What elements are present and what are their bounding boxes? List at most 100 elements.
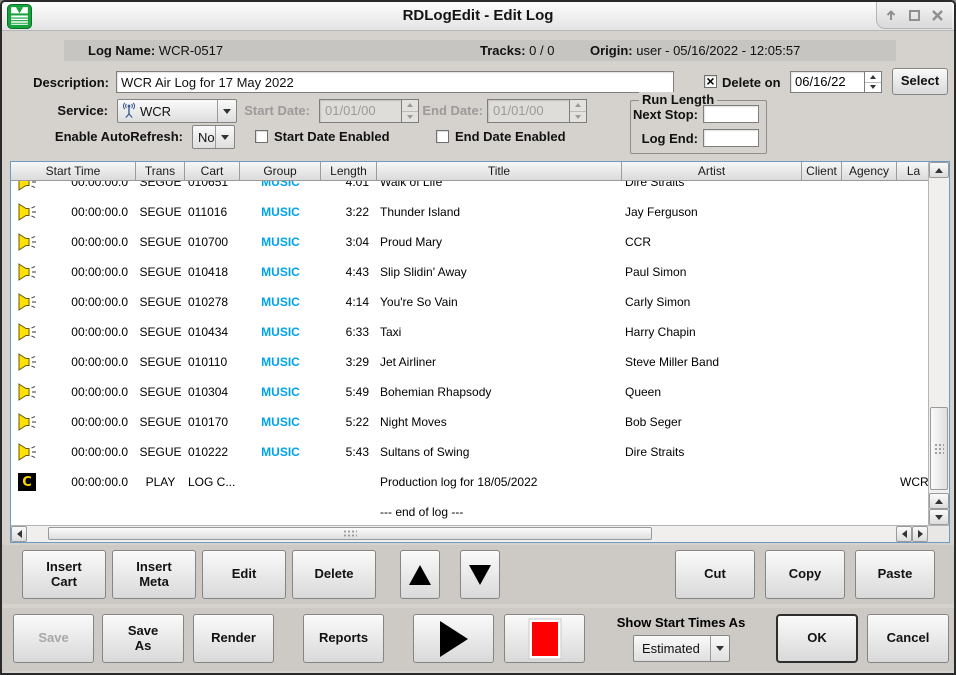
save-button[interactable]: Save — [13, 614, 94, 663]
paste-button[interactable]: Paste — [855, 550, 935, 599]
stop-button[interactable] — [504, 614, 585, 663]
log-row[interactable]: 00:00:00.0SEGUE010651MUSIC4:01Walk of Li… — [11, 181, 928, 197]
log-row[interactable]: 00:00:00.0SEGUE010170MUSIC5:22Night Move… — [11, 407, 928, 437]
cell-trans: SEGUE — [136, 415, 185, 429]
column-header-group[interactable]: Group — [240, 162, 321, 181]
speaker-icon — [17, 323, 38, 341]
column-header-client[interactable]: Client — [802, 162, 842, 181]
speaker-icon — [17, 413, 38, 431]
log-row[interactable]: 00:00:00.0SEGUE010278MUSIC4:14You're So … — [11, 287, 928, 317]
cell-trans: SEGUE — [136, 445, 185, 459]
cell-group: MUSIC — [240, 205, 321, 219]
maximize-icon[interactable] — [906, 6, 924, 24]
cell-title: Taxi — [377, 325, 622, 339]
speaker-icon — [17, 383, 38, 401]
column-header-start-time[interactable]: Start Time — [11, 162, 136, 181]
move-up-button[interactable] — [400, 550, 440, 599]
scroll-left-icon[interactable] — [11, 526, 27, 542]
speaker-icon — [17, 181, 38, 191]
copy-button[interactable]: Copy — [765, 550, 845, 599]
service-combo[interactable]: WCR — [117, 99, 237, 123]
log-row[interactable]: 00:00:00.0SEGUE011016MUSIC3:22Thunder Is… — [11, 197, 928, 227]
play-button[interactable] — [413, 614, 494, 663]
column-header-length[interactable]: Length — [321, 162, 377, 181]
cut-button[interactable]: Cut — [675, 550, 755, 599]
vertical-scroll-thumb[interactable] — [930, 407, 948, 490]
cell-cart: 010651 — [185, 181, 240, 189]
cell-artist: Bob Seger — [622, 415, 802, 429]
end-date-enabled-checkbox[interactable] — [436, 130, 449, 143]
spin-down-icon[interactable] — [570, 111, 586, 123]
arrow-down-icon — [468, 564, 492, 586]
tracks: Tracks: 0 / 0 — [480, 43, 554, 58]
horizontal-scroll-thumb[interactable] — [48, 527, 652, 540]
scroll-right-icon[interactable] — [912, 526, 928, 542]
column-header-cart[interactable]: Cart — [185, 162, 240, 181]
column-header-artist[interactable]: Artist — [622, 162, 802, 181]
show-start-times-combo[interactable]: Estimated — [633, 635, 730, 662]
log-row[interactable]: 00:00:00.0SEGUE010418MUSIC4:43Slip Slidi… — [11, 257, 928, 287]
cell-length: 5:43 — [321, 445, 377, 459]
cell-group: MUSIC — [240, 415, 321, 429]
stop-icon — [528, 618, 562, 660]
spin-down-icon[interactable] — [865, 82, 881, 93]
render-button[interactable]: Render — [193, 614, 274, 663]
column-header-title[interactable]: Title — [377, 162, 622, 181]
reports-button[interactable]: Reports — [303, 614, 384, 663]
window-controls — [876, 2, 952, 29]
edit-button[interactable]: Edit — [202, 550, 286, 599]
log-row[interactable]: 00:00:00.0SEGUE010304MUSIC5:49Bohemian R… — [11, 377, 928, 407]
table-body: 00:00:00.0SEGUE010651MUSIC4:01Walk of Li… — [11, 181, 928, 527]
cell-title: You're So Vain — [377, 295, 622, 309]
ok-button[interactable]: OK — [776, 614, 858, 663]
cell-time: 00:00:00.0 — [43, 205, 136, 219]
log-row[interactable]: 00:00:00.0SEGUE010434MUSIC6:33TaxiHarry … — [11, 317, 928, 347]
cell-group: MUSIC — [240, 235, 321, 249]
move-down-button[interactable] — [460, 550, 500, 599]
vertical-scrollbar[interactable] — [928, 162, 949, 525]
close-icon[interactable] — [929, 6, 947, 24]
select-button[interactable]: Select — [892, 68, 948, 95]
scroll-left-icon[interactable] — [896, 526, 912, 542]
insert-cart-button[interactable]: Insert Cart — [22, 550, 106, 599]
column-header-la[interactable]: La — [897, 162, 931, 181]
insert-meta-button[interactable]: Insert Meta — [112, 550, 196, 599]
autorefresh-combo[interactable]: No — [192, 125, 235, 149]
log-row[interactable]: 00:00:00.0SEGUE010110MUSIC3:29Jet Airlin… — [11, 347, 928, 377]
horizontal-scrollbar[interactable] — [11, 525, 949, 542]
cell-group: MUSIC — [240, 181, 321, 189]
cell-time: 00:00:00.0 — [43, 295, 136, 309]
horizontal-scroll-track[interactable] — [27, 526, 896, 542]
log-row[interactable]: C00:00:00.0PLAYLOG C...Production log fo… — [11, 467, 928, 497]
cell-length: 6:33 — [321, 325, 377, 339]
delete-date-spinner — [864, 72, 881, 92]
spin-up-icon[interactable] — [570, 100, 586, 111]
cell-time: 00:00:00.0 — [43, 325, 136, 339]
column-header-agency[interactable]: Agency — [842, 162, 897, 181]
delete-button[interactable]: Delete — [292, 550, 376, 599]
log-row[interactable]: 00:00:00.0SEGUE010222MUSIC5:43Sultans of… — [11, 437, 928, 467]
spin-up-icon[interactable] — [865, 72, 881, 82]
column-header-trans[interactable]: Trans — [136, 162, 185, 181]
scroll-up-icon[interactable] — [929, 493, 949, 509]
save-as-button[interactable]: Save As — [102, 614, 184, 663]
cell-time: 00:00:00.0 — [43, 355, 136, 369]
cell-trans: SEGUE — [136, 325, 185, 339]
delete-on-checkbox[interactable]: × — [704, 75, 717, 88]
autorefresh-value: No — [198, 130, 215, 145]
start-date-enabled-checkbox[interactable] — [255, 130, 268, 143]
start-date-enabled-label: Start Date Enabled — [274, 129, 390, 144]
spin-up-icon[interactable] — [402, 100, 418, 111]
cancel-button[interactable]: Cancel — [867, 614, 949, 663]
cell-time: 00:00:00.0 — [43, 445, 136, 459]
spin-down-icon[interactable] — [402, 111, 418, 123]
delete-date-field[interactable]: 06/16/22 — [790, 71, 882, 93]
scroll-down-icon[interactable] — [929, 509, 949, 525]
cell-artist: Harry Chapin — [622, 325, 802, 339]
log-row[interactable]: 00:00:00.0SEGUE010700MUSIC3:04Proud Mary… — [11, 227, 928, 257]
play-icon — [438, 620, 470, 658]
scroll-up-icon[interactable] — [929, 162, 949, 178]
description-input[interactable] — [116, 71, 674, 93]
vertical-scroll-track[interactable] — [929, 178, 949, 493]
minimize-icon[interactable] — [882, 6, 900, 24]
